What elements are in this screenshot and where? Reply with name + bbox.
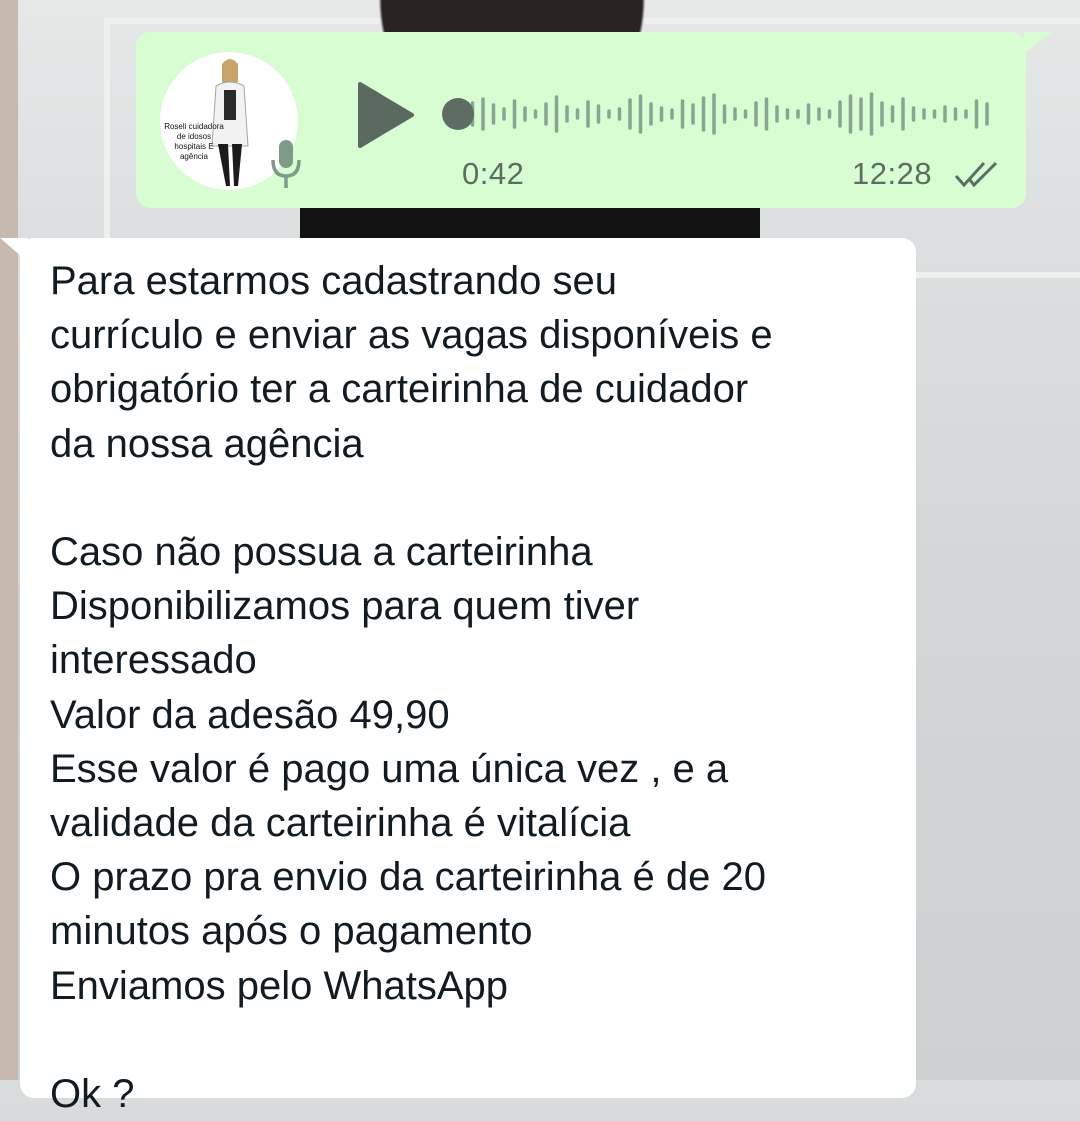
audio-duration: 0:42	[462, 156, 525, 191]
audio-waveform-slider[interactable]	[442, 82, 998, 146]
play-button[interactable]	[354, 80, 418, 150]
waveform-progress-knob[interactable]	[442, 98, 474, 130]
double-check-icon	[954, 161, 998, 188]
mic-icon	[271, 140, 301, 188]
avatar-caption: Roseli cuidadora de idosos hospitais E a…	[164, 122, 224, 161]
voice-message-bubble[interactable]: Roseli cuidadora de idosos hospitais E a…	[136, 32, 1052, 208]
message-time: 12:28	[852, 156, 933, 191]
text-message-bubble[interactable]: Para estarmos cadastrando seu currículo …	[0, 238, 916, 1116]
play-icon	[358, 82, 414, 148]
message-body: Para estarmos cadastrando seu currículo …	[50, 259, 773, 1117]
